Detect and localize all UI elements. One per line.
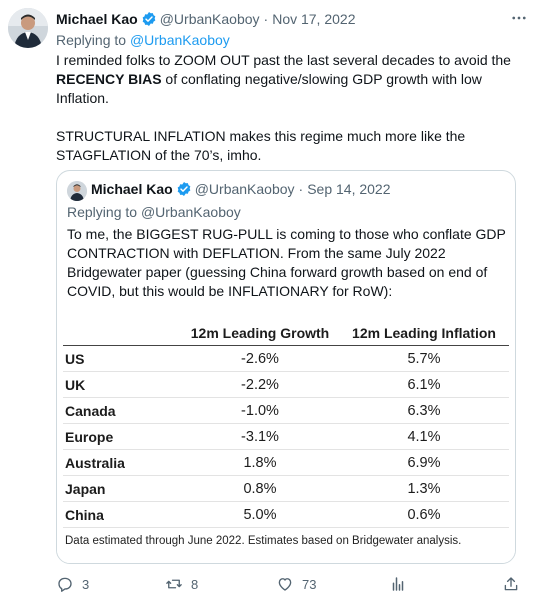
quote-date: Sep 14, 2022 [307, 181, 391, 197]
table-row: Europe -3.1% 4.1% [63, 423, 509, 450]
replying-to-link[interactable]: @UrbanKaoboy [130, 32, 230, 48]
country-cell: Australia [63, 449, 181, 476]
replying-to-line: Replying to @UrbanKaoboy [56, 32, 230, 48]
share-icon [504, 577, 518, 591]
table-row: Canada -1.0% 6.3% [63, 397, 509, 424]
author-handle[interactable]: @UrbanKaoboy [160, 11, 260, 27]
tweet-text: I reminded folks to ZOOM OUT past the la… [56, 51, 526, 165]
quote-separator: · [298, 181, 304, 197]
inflation-cell: 5.7% [339, 345, 509, 372]
reply-count: 3 [82, 576, 90, 592]
retweet-icon [166, 579, 182, 589]
table-row: China 5.0% 0.6% [63, 501, 509, 528]
tweet-date[interactable]: Nov 17, 2022 [272, 11, 355, 27]
country-cell: China [63, 501, 181, 528]
inflation-cell: 4.1% [339, 423, 509, 450]
growth-cell: -2.2% [181, 371, 339, 398]
replying-prefix: Replying to [56, 32, 127, 48]
quoted-tweet[interactable]: Michael Kao @UrbanKaoboy · Sep 14, 2022 … [56, 170, 516, 564]
like-button[interactable]: 73 [276, 574, 316, 594]
author-avatar[interactable] [8, 8, 48, 48]
table-row: UK -2.2% 6.1% [63, 371, 509, 398]
inflation-cell: 0.6% [339, 501, 509, 528]
growth-cell: 5.0% [181, 501, 339, 528]
table-footnote: Data estimated through June 2022. Estima… [65, 535, 462, 547]
country-cell: UK [63, 371, 181, 398]
inflation-cell: 6.1% [339, 371, 509, 398]
tweet-line2-rest: of conflating negative/slowing GDP growt… [161, 71, 482, 87]
growth-cell: -1.0% [181, 397, 339, 424]
quote-author-name: Michael Kao [91, 181, 173, 197]
views-icon [392, 577, 404, 591]
inflation-cell: 6.3% [339, 397, 509, 424]
table-header-inflation: 12m Leading Inflation [339, 321, 509, 346]
verified-badge-icon [141, 11, 157, 27]
quote-text: To me, the BIGGEST RUG-PULL is coming to… [67, 225, 507, 301]
views-button[interactable] [389, 574, 407, 594]
quote-body: To me, the BIGGEST RUG-PULL is coming to… [67, 226, 506, 299]
table-header-row: 12m Leading Growth 12m Leading Inflation [63, 321, 509, 346]
reply-button[interactable]: 3 [56, 574, 89, 594]
like-count: 73 [302, 576, 317, 592]
like-icon [278, 578, 292, 591]
table-row: Japan 0.8% 1.3% [63, 475, 509, 502]
quote-replying-to: @UrbanKaoboy [140, 204, 241, 220]
growth-cell: 0.8% [181, 475, 339, 502]
quote-replying-to-line: Replying to @UrbanKaoboy [67, 204, 241, 220]
tweet-line2: RECENCY BIAS of conflating negative/slow… [56, 70, 526, 89]
growth-inflation-table: 12m Leading Growth 12m Leading Inflation… [63, 321, 509, 528]
tweet-paragraph-2: STRUCTURAL INFLATION makes this regime m… [56, 128, 466, 163]
table-row: US -2.6% 5.7% [63, 345, 509, 372]
tweet-line3: Inflation. [56, 90, 109, 106]
growth-cell: -3.1% [181, 423, 339, 450]
reply-icon [58, 577, 72, 592]
retweet-button[interactable]: 8 [165, 574, 198, 594]
header-separator: · [263, 11, 269, 27]
action-bar: 3 8 73 [56, 574, 522, 594]
table-header-blank [63, 321, 181, 346]
quote-author-handle: @UrbanKaoboy [194, 181, 295, 197]
inflation-cell: 1.3% [339, 475, 509, 502]
country-cell: Japan [63, 475, 181, 502]
recency-bias-bold: RECENCY BIAS [56, 71, 162, 87]
country-cell: US [63, 345, 181, 372]
more-icon[interactable] [508, 8, 530, 28]
country-cell: Canada [63, 397, 181, 424]
attached-table-image[interactable]: 12m Leading Growth 12m Leading Inflation… [57, 311, 515, 563]
quote-verified-badge-icon [176, 181, 192, 197]
inflation-cell: 6.9% [339, 449, 509, 476]
table-row: Australia 1.8% 6.9% [63, 449, 509, 476]
quote-author-avatar [67, 181, 87, 201]
author-name[interactable]: Michael Kao [56, 11, 138, 27]
growth-cell: -2.6% [181, 345, 339, 372]
country-cell: Europe [63, 423, 181, 450]
growth-cell: 1.8% [181, 449, 339, 476]
share-button[interactable] [502, 574, 520, 594]
retweet-count: 8 [191, 576, 199, 592]
table-header-growth: 12m Leading Growth [181, 321, 339, 346]
tweet-header: Michael Kao @UrbanKaoboy · Nov 17, 2022 [56, 10, 526, 28]
tweet-line1: I reminded folks to ZOOM OUT past the la… [56, 52, 511, 68]
quote-replying-prefix: Replying to [67, 204, 138, 220]
quote-header: Michael Kao @UrbanKaoboy · Sep 14, 2022 [91, 181, 391, 197]
